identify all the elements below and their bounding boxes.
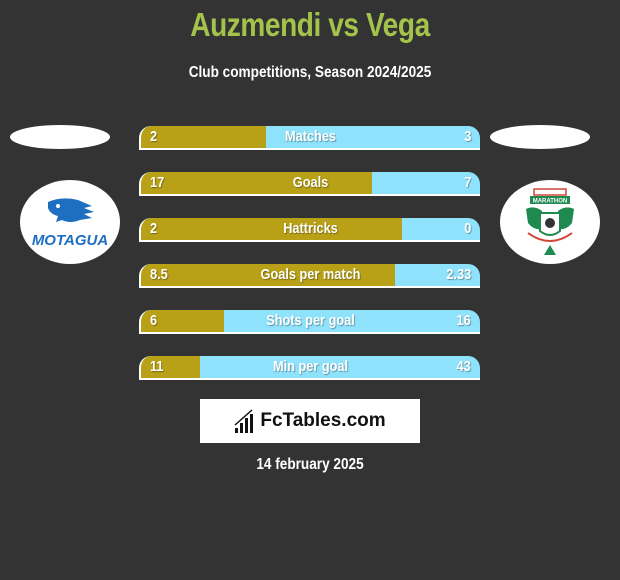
stat-row: 6 Shots per goal 16 (139, 310, 480, 334)
stat-label: Matches (284, 128, 337, 145)
left-value: 11 (150, 358, 164, 375)
right-value: 7 (463, 174, 471, 191)
left-team-placeholder (10, 125, 110, 149)
left-value: 17 (150, 174, 165, 191)
right-value: 2.33 (446, 266, 471, 283)
stat-label: Goals (292, 174, 329, 191)
stat-row: 11 Min per goal 43 (139, 356, 480, 380)
left-value: 2 (150, 128, 158, 145)
left-value: 6 (150, 312, 158, 329)
right-team-logo[interactable]: MARATHON (500, 180, 600, 264)
competition-subtitle: Club competitions, Season 2024/2025 (188, 64, 432, 81)
brand-name: FcTables.com (260, 410, 386, 431)
right-value: 0 (463, 220, 471, 237)
right-value: 3 (463, 128, 471, 145)
stat-row: 2 Matches 3 (139, 126, 480, 150)
stat-label: Shots per goal (266, 312, 355, 329)
left-team-logo[interactable]: MOTAGUA (20, 180, 120, 264)
stat-row: 2 Hattricks 0 (139, 218, 480, 242)
stat-row: 8.5 Goals per match 2.33 (139, 264, 480, 288)
stat-label: Min per goal (272, 358, 349, 375)
right-value: 43 (456, 358, 471, 375)
svg-text:MOTAGUA: MOTAGUA (32, 232, 108, 249)
bar-chart-icon (234, 409, 254, 433)
match-date: 14 february 2025 (256, 456, 364, 473)
motagua-crest-icon: MOTAGUA (32, 198, 108, 249)
stat-label: Hattricks (283, 220, 338, 237)
fctables-brand-link[interactable]: FcTables.com (200, 399, 420, 443)
marathon-crest-icon: MARATHON (526, 188, 574, 255)
svg-text:MARATHON: MARATHON (533, 199, 568, 205)
right-team-placeholder (490, 125, 590, 149)
stat-row: 17 Goals 7 (139, 172, 480, 196)
left-value: 2 (150, 220, 158, 237)
page-title: Auzmendi vs Vega (190, 6, 430, 43)
right-value: 16 (456, 312, 471, 329)
stat-label: Goals per match (260, 266, 361, 283)
left-value: 8.5 (150, 266, 168, 283)
